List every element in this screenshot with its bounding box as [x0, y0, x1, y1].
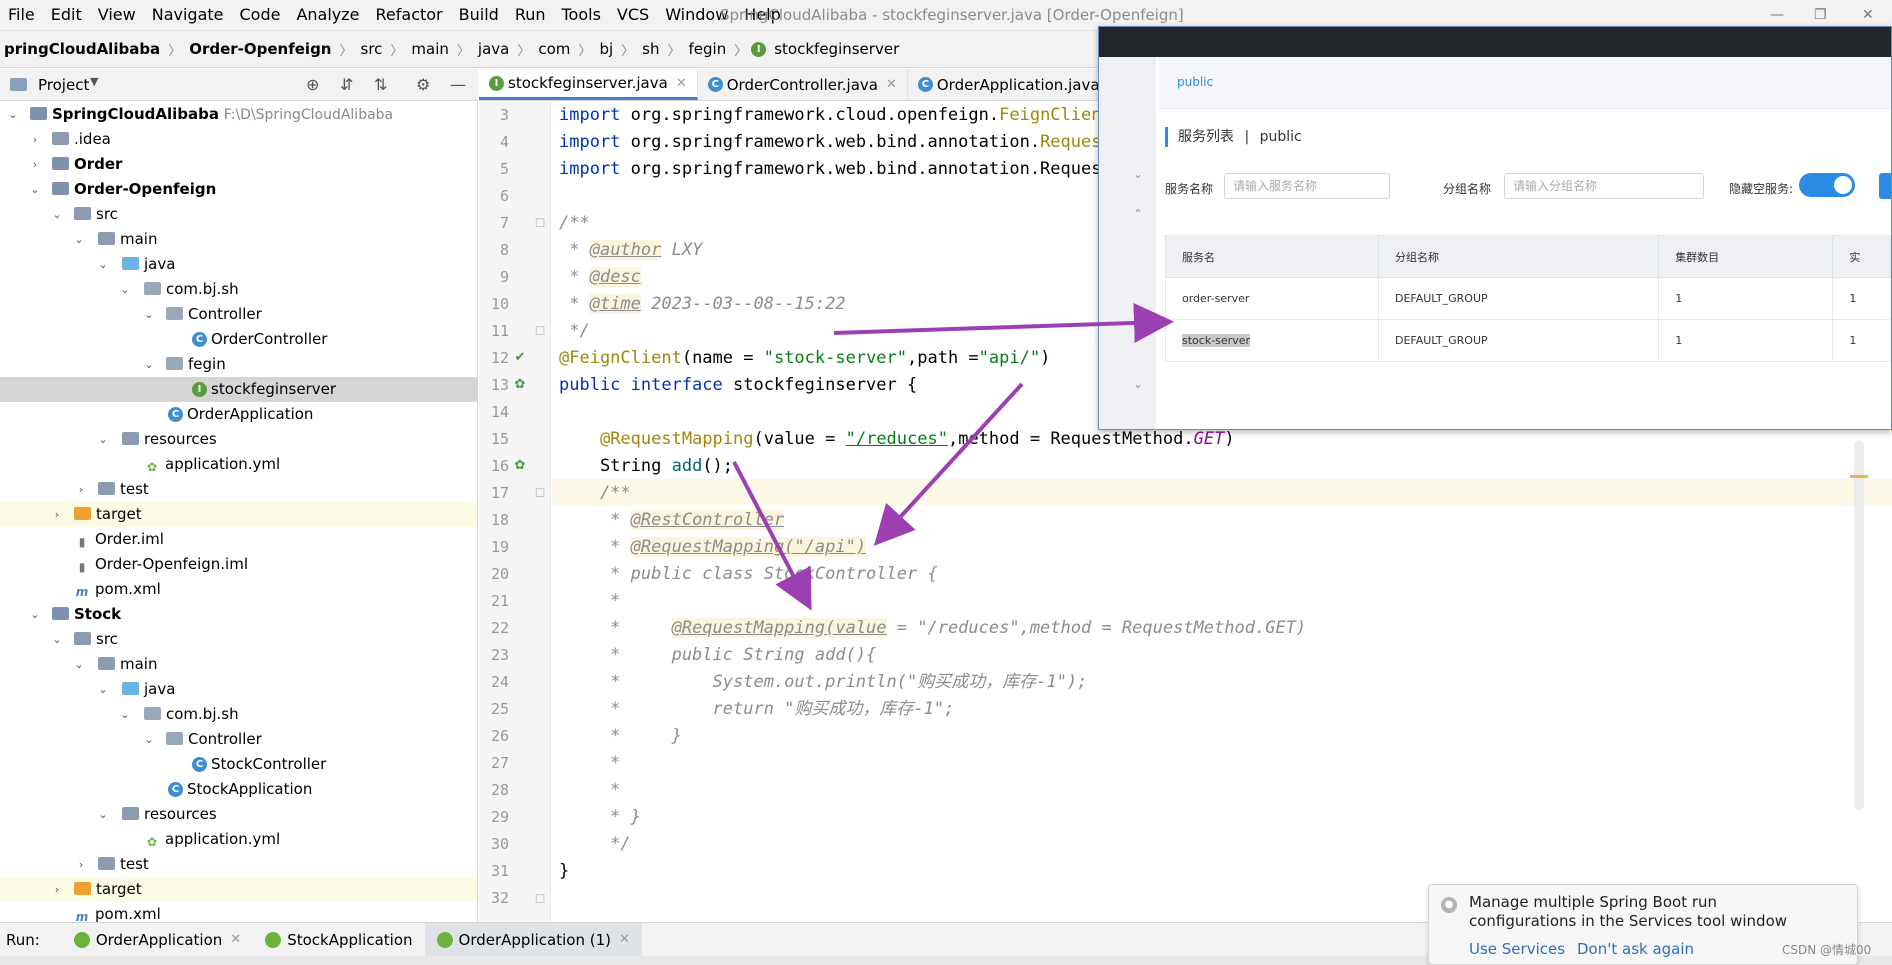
info-icon: ●	[1441, 897, 1457, 913]
dont-ask-again-link[interactable]: Don't ask again	[1577, 940, 1694, 958]
arrow-to-stock-server	[833, 302, 1174, 343]
notification-line: configurations in the Services tool wind…	[1469, 912, 1788, 930]
run-tab-label: OrderApplication (1)	[458, 930, 611, 949]
close-tab-icon[interactable]: ✕	[230, 932, 241, 947]
spring-boot-icon	[436, 931, 453, 948]
annotation-arrows	[732, 302, 1174, 611]
run-tab-label: OrderApplication	[95, 930, 223, 949]
use-services-link[interactable]: Use Services	[1469, 940, 1565, 958]
spring-boot-icon	[265, 931, 282, 948]
arrow-to-request-mapping	[873, 382, 1024, 546]
close-tab-icon[interactable]: ✕	[619, 932, 630, 947]
notification-message: Manage multiple Spring Boot run configur…	[1469, 893, 1787, 931]
run-tab-label: StockApplication	[287, 930, 413, 949]
run-tab-orderapplication[interactable]: OrderApplication ✕	[62, 923, 253, 957]
run-tab-stockapplication[interactable]: StockApplication	[253, 923, 424, 957]
watermark: CSDN @情城00	[1782, 943, 1872, 957]
notification-line: Manage multiple Spring Boot run	[1469, 893, 1718, 911]
run-tab-orderapplication-1[interactable]: OrderApplication (1) ✕	[424, 922, 642, 957]
arrow-to-controller	[732, 461, 812, 611]
spring-boot-icon	[73, 931, 90, 948]
run-label: Run:	[6, 930, 40, 949]
